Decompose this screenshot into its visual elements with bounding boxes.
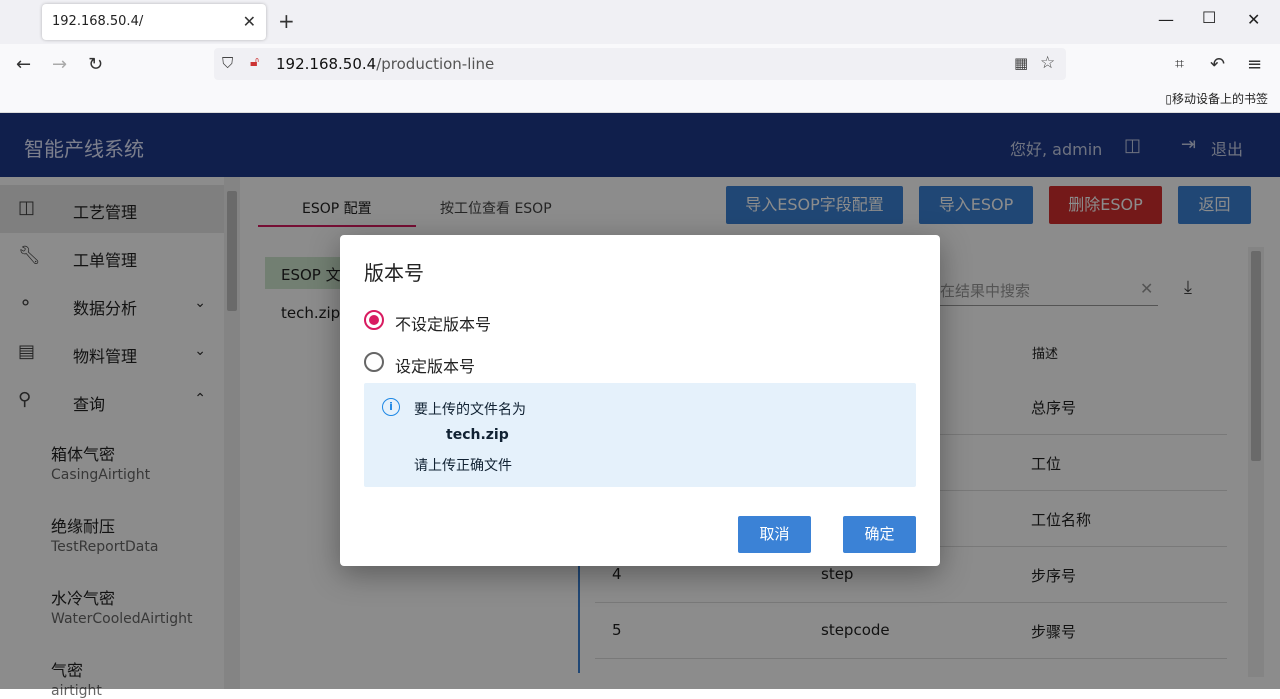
- insecure-lock-icon[interactable]: 🔓︎: [250, 54, 259, 70]
- bookmarks-bar: ▯移动设备上的书签: [0, 86, 1280, 113]
- info-icon: i: [382, 398, 400, 416]
- new-tab-icon[interactable]: +: [278, 9, 295, 33]
- dialog-title: 版本号: [364, 261, 424, 285]
- url-path: /production-line: [376, 55, 495, 73]
- undo-icon[interactable]: ↶: [1210, 54, 1225, 75]
- address-bar[interactable]: ⛉ 🔓︎ 192.168.50.4/production-line ▦ ☆: [214, 48, 1066, 80]
- mobile-device-icon: ▯: [1165, 92, 1172, 106]
- back-icon[interactable]: ←: [16, 54, 31, 75]
- maximize-icon[interactable]: ☐: [1202, 8, 1216, 27]
- mobile-bookmarks[interactable]: ▯移动设备上的书签: [1165, 90, 1268, 107]
- crop-icon[interactable]: ⌗: [1175, 54, 1184, 74]
- modal-overlay-header: [0, 113, 1280, 177]
- version-dialog: 版本号 不设定版本号 设定版本号 i 要上传的文件名为 tech.zip 请上传…: [340, 235, 940, 566]
- radio-set-version-label[interactable]: 设定版本号: [395, 353, 475, 377]
- url-host: 192.168.50.4: [276, 55, 377, 73]
- menu-icon[interactable]: ≡: [1247, 54, 1262, 75]
- minimize-icon[interactable]: —: [1158, 10, 1174, 29]
- forward-icon[interactable]: →: [52, 54, 67, 75]
- info-line-1: 要上传的文件名为: [414, 402, 526, 418]
- qr-code-icon[interactable]: ▦: [1014, 54, 1028, 72]
- info-line-3: 请上传正确文件: [414, 458, 512, 474]
- radio-no-version[interactable]: [364, 310, 384, 330]
- info-alert: i 要上传的文件名为 tech.zip 请上传正确文件: [364, 383, 916, 487]
- shield-icon[interactable]: ⛉: [222, 54, 233, 72]
- close-tab-icon[interactable]: ✕: [243, 12, 256, 31]
- radio-set-version[interactable]: [364, 352, 384, 372]
- confirm-button[interactable]: 确定: [843, 516, 916, 553]
- radio-no-version-label[interactable]: 不设定版本号: [395, 311, 491, 335]
- cancel-button[interactable]: 取消: [738, 516, 811, 553]
- browser-tab-bar: 192.168.50.4/ ✕ + — ☐ ✕: [0, 0, 1280, 44]
- browser-tab[interactable]: 192.168.50.4/ ✕: [42, 4, 266, 40]
- bookmark-star-icon[interactable]: ☆: [1040, 53, 1055, 73]
- close-window-icon[interactable]: ✕: [1247, 10, 1260, 29]
- mobile-bookmarks-label: 移动设备上的书签: [1171, 92, 1268, 106]
- reload-icon[interactable]: ↻: [88, 54, 103, 75]
- tab-title: 192.168.50.4/: [52, 14, 144, 29]
- info-file-name: tech.zip: [446, 427, 509, 443]
